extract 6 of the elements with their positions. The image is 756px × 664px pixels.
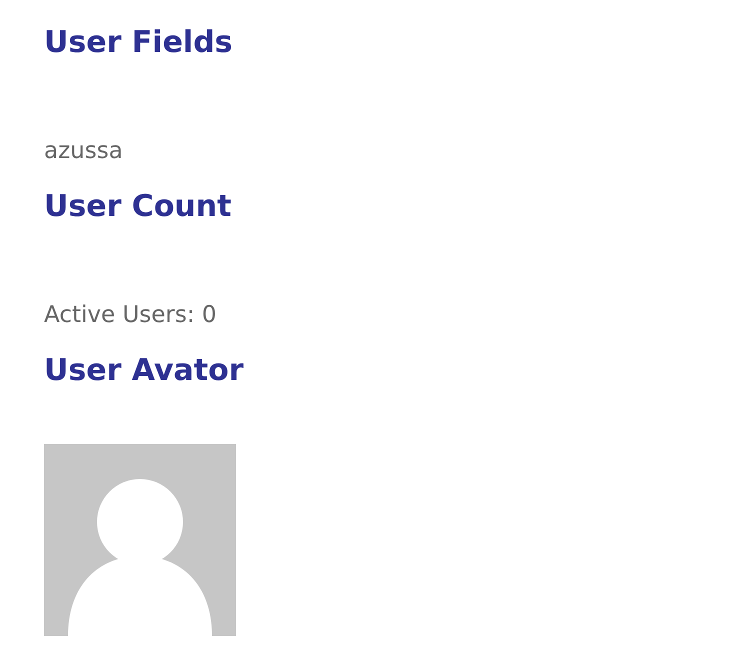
avatar-placeholder-icon bbox=[44, 444, 236, 636]
section-text: azussa bbox=[44, 137, 123, 166]
section-heading: User Avator bbox=[44, 352, 244, 390]
section-text: Active Users: 0 bbox=[44, 301, 217, 330]
section-heading: User Fields bbox=[44, 24, 233, 62]
section-heading: User Count bbox=[44, 188, 232, 226]
